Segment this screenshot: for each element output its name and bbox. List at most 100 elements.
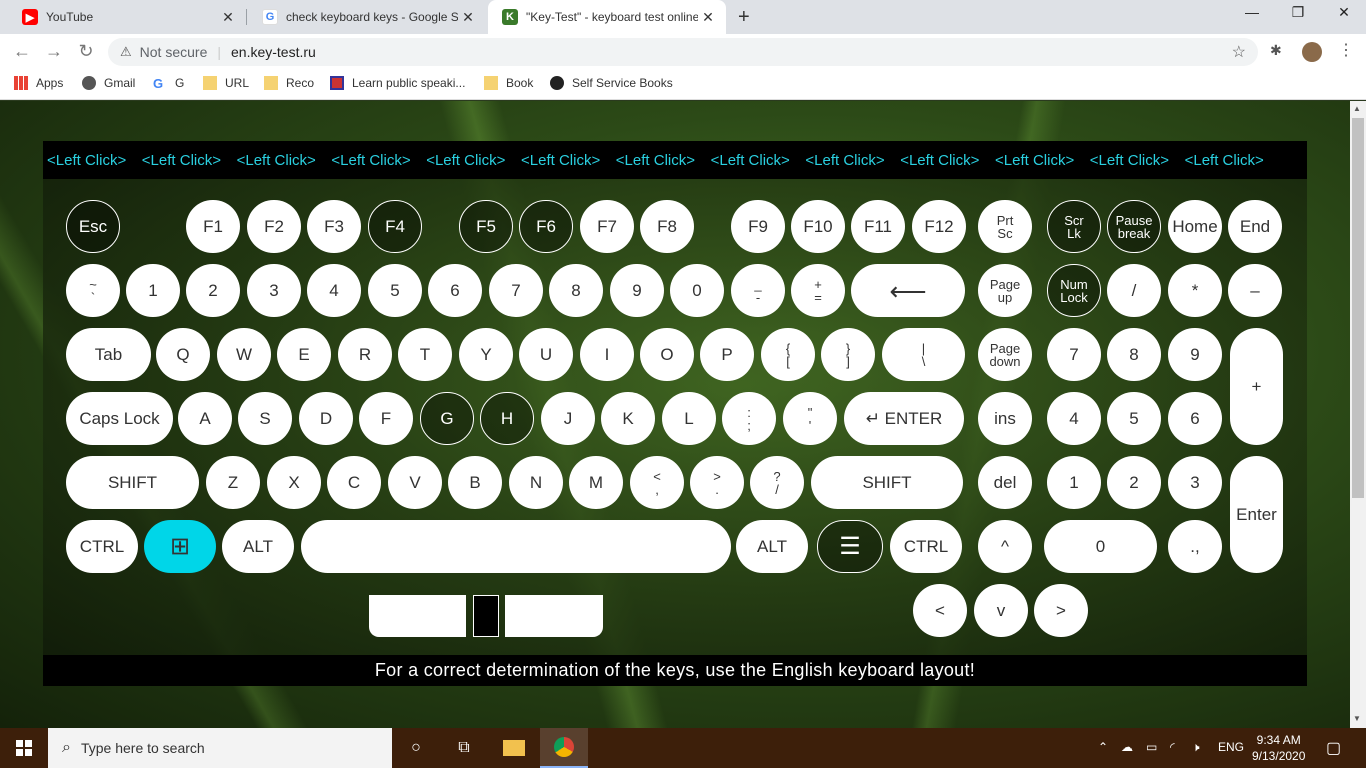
key-windows[interactable]: ⊞ [144, 520, 216, 573]
key-right-alt[interactable]: ALT [736, 520, 808, 573]
key-num-4[interactable]: 4 [307, 264, 361, 317]
key-a-8[interactable]: K [601, 392, 655, 445]
key-a-3[interactable]: D [299, 392, 353, 445]
key-num-1[interactable]: 1 [126, 264, 180, 317]
key-q-6[interactable]: Y [459, 328, 513, 381]
key-a-6[interactable]: H [480, 392, 534, 445]
forward-icon[interactable]: → [42, 41, 66, 62]
key-left-ctrl[interactable]: CTRL [66, 520, 138, 573]
key-a-10[interactable]: :; [722, 392, 776, 445]
url-text[interactable]: en.key-test.ru [231, 44, 316, 60]
key-arrow-right[interactable]: > [1034, 584, 1088, 637]
key-z-10[interactable]: ? / [750, 456, 804, 509]
key-z-6[interactable]: N [509, 456, 563, 509]
network-warning-icon[interactable]: ☁ [1121, 740, 1133, 754]
windows-start-button[interactable] [0, 728, 48, 768]
key-q-5[interactable]: T [398, 328, 452, 381]
language-indicator[interactable]: ENG [1218, 740, 1244, 754]
key-z-3[interactable]: C [327, 456, 381, 509]
reload-icon[interactable]: ↻ [74, 41, 98, 62]
key-scr-lk[interactable]: Scr Lk [1047, 200, 1101, 253]
key-numpad-5[interactable]: 5 [1107, 392, 1161, 445]
bookmark-g[interactable]: GG [153, 76, 184, 91]
key-q-3[interactable]: E [277, 328, 331, 381]
key-q-2[interactable]: W [217, 328, 271, 381]
key-numpad-7[interactable]: 7 [1047, 328, 1101, 381]
volume-icon[interactable]: 🕨 [1192, 740, 1200, 755]
key-q-10[interactable]: P [700, 328, 754, 381]
key-num-lock[interactable]: Num Lock [1047, 264, 1101, 317]
key-num-8[interactable]: 8 [549, 264, 603, 317]
key-numpad-multiply[interactable]: * [1168, 264, 1222, 317]
key-num-9[interactable]: 9 [610, 264, 664, 317]
key-a-12[interactable]: ↵ ENTER [844, 392, 964, 445]
key-numpad-plus[interactable]: + [1230, 328, 1283, 445]
key-f5[interactable]: F5 [459, 200, 513, 253]
key-numpad-8[interactable]: 8 [1107, 328, 1161, 381]
key-f4[interactable]: F4 [368, 200, 422, 253]
key-f9[interactable]: F9 [731, 200, 785, 253]
key-numpad-6[interactable]: 6 [1168, 392, 1222, 445]
key-q-12[interactable]: }] [821, 328, 875, 381]
key-num-12[interactable]: + = [791, 264, 845, 317]
key-z-5[interactable]: B [448, 456, 502, 509]
minimize-button[interactable]: — [1237, 4, 1267, 20]
key-num-7[interactable]: 7 [489, 264, 543, 317]
key-numpad-1[interactable]: 1 [1047, 456, 1101, 509]
key-numpad-9[interactable]: 9 [1168, 328, 1222, 381]
key-num-3[interactable]: 3 [247, 264, 301, 317]
clock[interactable]: 9:34 AM 9/13/2020 [1252, 732, 1305, 764]
bookmark-apps[interactable]: Apps [14, 76, 63, 90]
key-right-ctrl[interactable]: CTRL [890, 520, 962, 573]
bookmark-url[interactable]: URL [203, 76, 249, 90]
scrollbar-thumb[interactable] [1352, 118, 1364, 498]
key-f7[interactable]: F7 [580, 200, 634, 253]
key-num-0[interactable]: ~ ` [66, 264, 120, 317]
key-numpad-divide[interactable]: / [1107, 264, 1161, 317]
key-f2[interactable]: F2 [247, 200, 301, 253]
key-z-7[interactable]: M [569, 456, 623, 509]
key-arrow-up[interactable]: ^ [978, 520, 1032, 573]
key-z-11[interactable]: SHIFT [811, 456, 963, 509]
key-q-9[interactable]: O [640, 328, 694, 381]
bookmark-reco[interactable]: Reco [264, 76, 314, 90]
key-a-9[interactable]: L [662, 392, 716, 445]
key-num-5[interactable]: 5 [368, 264, 422, 317]
tab-google[interactable]: G check keyboard keys - Google Se ✕ [248, 0, 486, 34]
mouse-wheel[interactable] [473, 595, 499, 637]
menu-icon[interactable]: ⋮ [1338, 40, 1354, 60]
tab-youtube[interactable]: ▶ YouTube ✕ [8, 0, 246, 34]
key-numpad-enter[interactable]: Enter [1230, 456, 1283, 573]
key-q-0[interactable]: Tab [66, 328, 151, 381]
key-a-2[interactable]: S [238, 392, 292, 445]
address-bar[interactable]: ⚠ Not secure | en.key-test.ru ☆ [108, 38, 1258, 66]
avatar[interactable] [1302, 42, 1322, 62]
key-context-menu[interactable]: ☰ [817, 520, 883, 573]
key-f3[interactable]: F3 [307, 200, 361, 253]
key-f6[interactable]: F6 [519, 200, 573, 253]
show-hidden-icons[interactable]: ⌃ [1098, 740, 1108, 754]
key-left-alt[interactable]: ALT [222, 520, 294, 573]
key-insert[interactable]: ins [978, 392, 1032, 445]
key-f8[interactable]: F8 [640, 200, 694, 253]
key-numpad-4[interactable]: 4 [1047, 392, 1101, 445]
key-backspace[interactable]: ⟵ [851, 264, 965, 317]
key-numpad-2[interactable]: 2 [1107, 456, 1161, 509]
back-icon[interactable]: ← [10, 41, 34, 62]
key-delete[interactable]: del [978, 456, 1032, 509]
key-q-13[interactable]: | \ [882, 328, 965, 381]
warning-icon[interactable]: ⚠ [120, 44, 132, 60]
key-f10[interactable]: F10 [791, 200, 845, 253]
key-arrow-down[interactable]: v [974, 584, 1028, 637]
key-numpad-3[interactable]: 3 [1168, 456, 1222, 509]
bookmark-self-service[interactable]: Self Service Books [550, 76, 673, 90]
bookmark-star-icon[interactable]: ☆ [1232, 42, 1246, 62]
key-f12[interactable]: F12 [912, 200, 966, 253]
wifi-icon[interactable]: ◜ [1170, 740, 1175, 754]
key-numpad-0[interactable]: 0 [1044, 520, 1157, 573]
key-q-4[interactable]: R [338, 328, 392, 381]
key-a-11[interactable]: " ' [783, 392, 837, 445]
key-z-0[interactable]: SHIFT [66, 456, 199, 509]
key-arrow-left[interactable]: < [913, 584, 967, 637]
key-f11[interactable]: F11 [851, 200, 905, 253]
